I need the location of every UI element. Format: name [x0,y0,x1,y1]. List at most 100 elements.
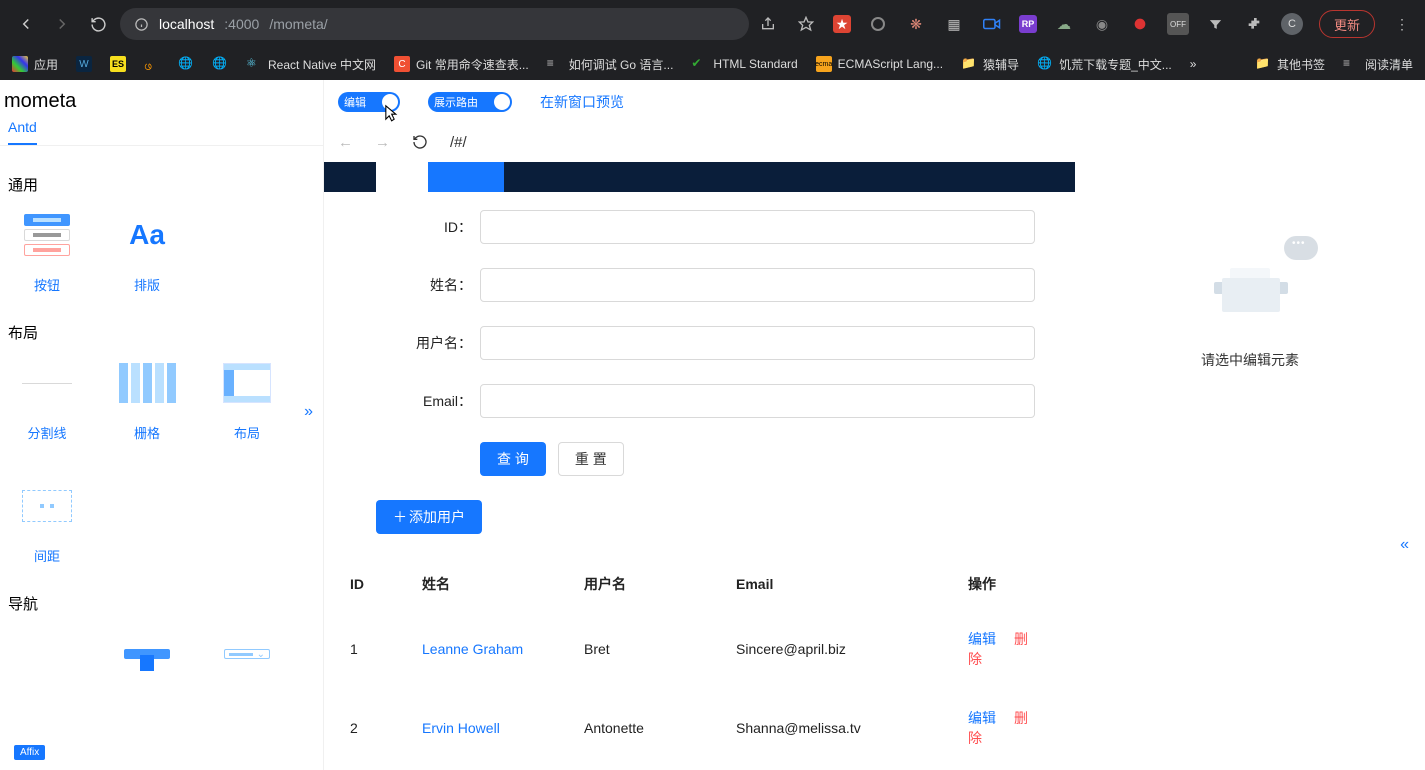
ext-rp-icon[interactable]: RP [1019,15,1037,33]
url-box[interactable]: localhost :4000/mometa/ [120,8,749,40]
palette-divider[interactable]: 分割线 [8,353,86,442]
input-email[interactable] [480,384,1035,418]
mini-back-icon[interactable]: ← [338,134,353,151]
bookmark-readlist[interactable]: ≡阅读清单 [1343,56,1413,73]
ext-qr-icon[interactable]: ▦ [943,13,965,35]
bookmark-hunger[interactable]: 🌐饥荒下载专题_中文... [1037,56,1172,73]
mini-path: /#/ [450,134,467,151]
bookmark-more[interactable]: » [1190,57,1197,71]
search-button[interactable]: 查 询 [480,442,546,476]
bookmarks-bar: 应用 W ES ဖ 🌐 🌐 ⚛React Native 中文网 CGit 常用命… [0,48,1425,80]
tab-antd[interactable]: Antd [8,119,37,145]
palette-nav1[interactable] [8,624,86,684]
label-id: ID [364,217,480,237]
input-name[interactable] [480,268,1035,302]
add-user-button[interactable]: ＋添加用户 [376,500,482,534]
cell-name-link[interactable]: Ervin Howell [422,720,500,736]
label-email: Email [364,391,480,411]
bookmark-fire[interactable]: ဖ [144,56,160,72]
row-edit-link[interactable]: 编辑 [968,710,996,726]
switch-route[interactable]: 展示路由 [428,92,512,112]
star-icon[interactable] [795,13,817,35]
bookmark-other[interactable]: 📁其他书签 [1255,56,1325,73]
palette-space[interactable]: 间距 [8,476,86,565]
profile-avatar[interactable]: C [1281,13,1303,35]
bookmark-gotest[interactable]: ≡如何调试 Go 语言... [547,56,674,73]
th-username: 用户名 [574,560,724,608]
th-name: 姓名 [412,560,572,608]
user-table: ID 姓名 用户名 Email 操作 1Leanne GrahamBretSin… [338,558,1059,770]
ext-grey-icon[interactable]: ◉ [1091,13,1113,35]
bookmark-globe2[interactable]: 🌐 [212,56,228,72]
th-email: Email [726,560,956,608]
bookmark-globe1[interactable]: 🌐 [178,56,194,72]
url-bar-row: localhost :4000/mometa/ ★ ❋ ▦ RP ☁ ◉ OFF [0,0,1425,48]
back-button[interactable] [12,10,40,38]
palette-typography[interactable]: Aa 排版 [108,205,186,294]
tag-affix[interactable]: Affix [14,745,45,760]
collapse-right-icon[interactable]: « [1400,536,1409,554]
preview-frame: ID 姓名 用户名 Email x 查 询 重 置 ＋添加用户 ID [324,162,1075,770]
section-nav: 导航 [0,565,323,624]
share-icon[interactable] [757,13,779,35]
empty-text: 请选中编辑元素 [1201,350,1299,370]
workarea: 编辑 展示路由 在新窗口预览 ← → /#/ [324,80,1425,770]
reset-button[interactable]: 重 置 [558,442,624,476]
bookmark-es[interactable]: ES [110,56,126,72]
table-row: 2Ervin HowellAntonetteShanna@melissa.tv编… [340,689,1057,766]
info-icon [134,17,149,32]
search-form: ID 姓名 用户名 Email x 查 询 重 置 [324,192,1075,476]
th-id: ID [340,560,410,608]
bookmark-html[interactable]: ✔HTML Standard [691,56,797,72]
switch-edit[interactable]: 编辑 [338,92,400,112]
palette-grid[interactable]: 栅格 [108,353,186,442]
preview-active-tab[interactable] [428,162,504,192]
row-edit-link[interactable]: 编辑 [968,631,996,647]
bookmark-apps[interactable]: 应用 [12,56,58,73]
forward-button[interactable] [48,10,76,38]
palette-nav2[interactable] [108,624,186,684]
browser-chrome: localhost :4000/mometa/ ★ ❋ ▦ RP ☁ ◉ OFF [0,0,1425,80]
mini-reload-icon[interactable] [412,134,428,150]
ext-red-star-icon[interactable]: ★ [833,15,851,33]
bookmark-w[interactable]: W [76,56,92,72]
reload-button[interactable] [84,10,112,38]
update-button[interactable]: 更新 [1319,10,1375,38]
section-layout: 布局 [0,294,323,353]
label-name: 姓名 [364,275,480,295]
bookmark-ecma[interactable]: ecmaECMAScript Lang... [816,56,943,72]
menu-icon[interactable]: ⋮ [1391,13,1413,35]
palette-button[interactable]: 按钮 [8,205,86,294]
toolbar: 编辑 展示路由 在新窗口预览 [324,80,1425,124]
table-row: 1Leanne GrahamBretSincere@april.biz编辑删除 [340,610,1057,687]
ext-circle-icon[interactable] [867,13,889,35]
ext-video-icon[interactable] [981,13,1003,35]
palette-layout[interactable]: 布局 [208,353,286,442]
palette-nav3[interactable]: ⌄ [208,624,286,684]
ext-off-icon[interactable]: OFF [1167,13,1189,35]
extensions-icon[interactable] [1243,13,1265,35]
cell-username: Bret [574,610,724,687]
bookmark-reactnative[interactable]: ⚛React Native 中文网 [246,56,376,73]
ext-filter-icon[interactable] [1205,13,1227,35]
url-host: localhost [159,16,214,32]
mini-nav: ← → /#/ [324,124,1425,160]
cell-name-link[interactable]: Leanne Graham [422,641,523,657]
url-path: /mometa/ [269,16,327,32]
browser-right-icons: ★ ❋ ▦ RP ☁ ◉ OFF C 更新 ⋮ [757,10,1413,38]
open-new-window-link[interactable]: 在新窗口预览 [540,92,624,112]
cell-email: Shanna@melissa.tv [726,689,956,766]
input-id[interactable] [480,210,1035,244]
bookmark-git[interactable]: CGit 常用命令速查表... [394,56,529,73]
palette-more-icon[interactable]: » [304,403,313,421]
ext-cloud-icon[interactable]: ☁ [1053,13,1075,35]
mini-forward-icon[interactable]: → [375,134,390,151]
preview-header [324,162,1075,192]
ext-pink-icon[interactable]: ❋ [905,13,927,35]
bookmark-yuan[interactable]: 📁猿辅导 [961,56,1019,73]
input-username[interactable] [480,326,1035,360]
cell-id: 1 [340,610,410,687]
ext-red-dot-icon[interactable] [1129,13,1151,35]
empty-illustration [1210,242,1290,322]
url-port: :4000 [224,16,259,32]
